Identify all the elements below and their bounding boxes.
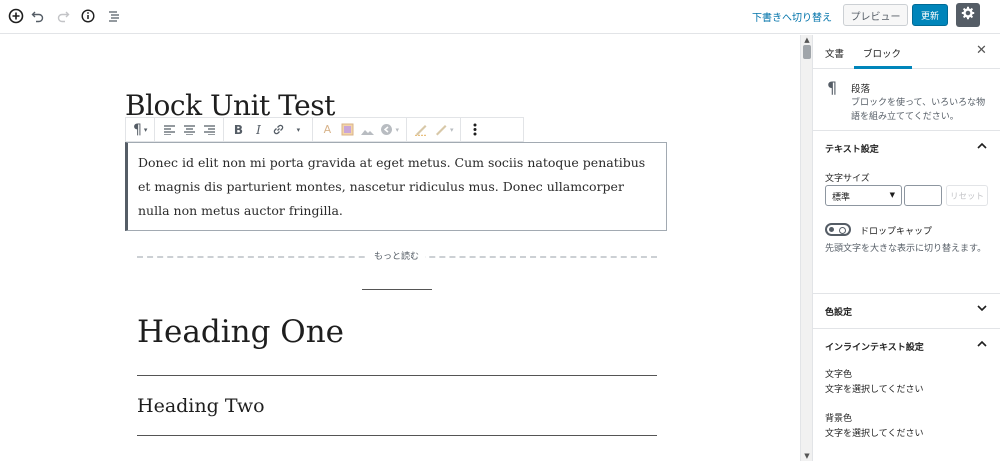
switch-to-draft-link[interactable]: 下書きへ切り替え (752, 9, 832, 24)
block-card-title: 段落 (851, 84, 871, 95)
block-toolbar: ¶ ▾ B I ▾ A ▾ ▾ (125, 117, 524, 142)
settings-sidebar: 文書 ブロック ✕ ¶ 段落 ブロックを使って、いろいろな物語を組み立ててくださ… (812, 35, 1000, 461)
paragraph-icon[interactable]: ¶ ▾ (130, 120, 150, 140)
marker-icon[interactable] (411, 120, 431, 140)
chevron-up-icon (977, 339, 987, 350)
sidebar-tabs: 文書 ブロック ✕ (813, 35, 1000, 69)
more-formats-chevron-icon[interactable]: ▾ (288, 120, 308, 140)
format-group: B I ▾ (224, 118, 314, 141)
clear-format-icon[interactable]: ▾ (377, 120, 402, 140)
font-size-number-input[interactable] (904, 185, 942, 206)
link-icon[interactable] (268, 120, 288, 140)
separator-short[interactable] (362, 289, 432, 290)
italic-icon[interactable]: I (248, 120, 268, 140)
paragraph-text[interactable]: Donec id elit non mi porta gravida at eg… (138, 151, 656, 223)
marker-group: ▾ (407, 118, 462, 141)
inline-text-settings-panel: インラインテキスト設定 文字色 文字を選択してください 背景色 文字を選択してく… (813, 329, 1000, 461)
dropcap-help: 先頭文字を大きな表示に切り替えます。 (825, 244, 987, 254)
scroll-thumb[interactable] (803, 45, 811, 59)
pen-icon[interactable]: ▾ (431, 120, 457, 140)
block-switcher-group: ¶ ▾ (126, 118, 156, 141)
more-label[interactable]: もっと読む (368, 249, 426, 262)
align-right-icon[interactable] (199, 120, 219, 140)
reset-button[interactable]: リセット (946, 185, 988, 206)
info-icon[interactable] (78, 6, 98, 26)
gear-icon (961, 6, 975, 24)
paragraph-block[interactable]: Donec id elit non mi porta gravida at eg… (125, 142, 667, 231)
more-options-group (461, 118, 489, 141)
preview-button[interactable]: プレビュー (843, 4, 908, 26)
chevron-up-icon (977, 141, 987, 152)
inline-settings-toggle[interactable]: インラインテキスト設定 (813, 329, 1000, 363)
add-block-icon[interactable] (6, 6, 26, 26)
bg-color-label: 背景色 (825, 414, 853, 424)
font-size-select[interactable]: 標準 ▼ (825, 185, 902, 206)
font-size-value: 標準 (832, 193, 851, 203)
font-size-label: 文字サイズ (825, 174, 870, 184)
separator-wide-1[interactable] (137, 375, 657, 376)
heading-one[interactable]: Heading One (137, 314, 344, 350)
bold-icon[interactable]: B (228, 120, 248, 140)
panel-title: インラインテキスト設定 (825, 343, 924, 353)
editor-header: 下書きへ切り替え プレビュー 更新 (0, 0, 1000, 34)
text-color-label: 文字色 (825, 370, 853, 380)
color-settings-toggle[interactable]: 色設定 (813, 294, 1000, 328)
tab-document[interactable]: 文書 (825, 46, 844, 60)
tab-block[interactable]: ブロック (863, 46, 901, 60)
dropcap-toggle[interactable] (825, 223, 851, 236)
panel-title: 色設定 (825, 308, 853, 318)
color-settings-panel: 色設定 (813, 294, 1000, 328)
text-color-hint: 文字を選択してください (825, 385, 924, 395)
separator-wide-2[interactable] (137, 435, 657, 436)
alignment-group (155, 118, 225, 141)
outline-icon[interactable] (104, 6, 124, 26)
bg-color-hint: 文字を選択してください (825, 429, 924, 439)
text-settings-panel: テキスト設定 文字サイズ 標準 ▼ リセット ドロップキャップ 先頭文字を大きな… (813, 131, 1000, 293)
editor-canvas: Block Unit Test ¶ ▾ B I ▾ A ▾ ▾ Donec id… (0, 35, 800, 461)
extended-format-group: A ▾ (313, 118, 407, 141)
highlight-icon[interactable] (337, 120, 357, 140)
update-button[interactable]: 更新 (912, 4, 948, 26)
panel-title: テキスト設定 (825, 145, 879, 155)
heading-two[interactable]: Heading Two (137, 395, 265, 417)
text-settings-toggle[interactable]: テキスト設定 (813, 131, 1000, 165)
settings-button[interactable] (956, 3, 980, 27)
block-card: ¶ 段落 ブロックを使って、いろいろな物語を組み立ててください。 (813, 69, 1000, 131)
image-icon[interactable] (357, 120, 377, 140)
align-center-icon[interactable] (179, 120, 199, 140)
chevron-down-icon: ▼ (889, 191, 895, 199)
undo-icon[interactable] (28, 6, 48, 26)
paragraph-icon: ¶ (827, 78, 838, 97)
close-icon[interactable]: ✕ (976, 43, 987, 58)
align-left-icon[interactable] (159, 120, 179, 140)
block-card-description: ブロックを使って、いろいろな物語を組み立ててください。 (851, 98, 986, 122)
redo-icon[interactable] (53, 6, 73, 26)
editor-scrollbar[interactable]: ▲ ▼ (800, 35, 812, 461)
more-options-icon[interactable] (465, 120, 485, 140)
dropcap-label: ドロップキャップ (860, 227, 933, 237)
text-color-icon[interactable]: A (317, 120, 337, 140)
chevron-down-icon (977, 304, 987, 315)
